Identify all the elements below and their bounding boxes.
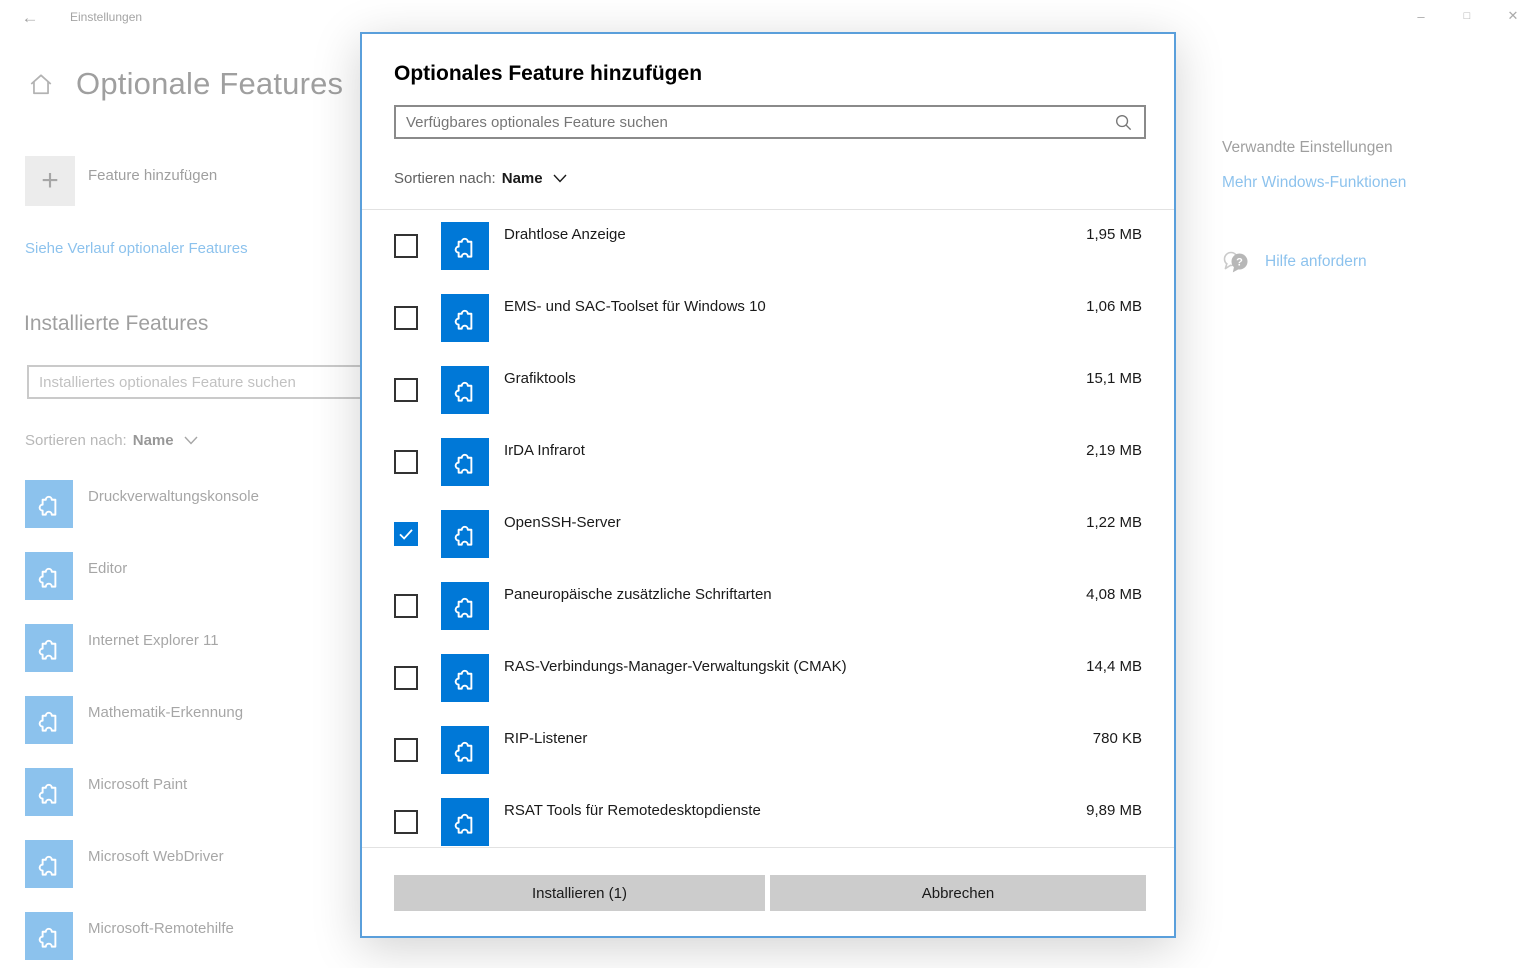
feature-name: RIP-Listener	[504, 730, 587, 747]
feature-row: Drahtlose Anzeige 1,95 MB	[362, 210, 1174, 282]
install-button[interactable]: Installieren (1)	[394, 875, 765, 911]
dialog-title: Optionales Feature hinzufügen	[394, 62, 702, 86]
feature-name: IrDA Infrarot	[504, 442, 585, 459]
sort-label: Sortieren nach:	[394, 170, 496, 187]
feature-name: OpenSSH-Server	[504, 514, 621, 531]
sort-value: Name	[502, 170, 543, 187]
feature-name: EMS- und SAC-Toolset für Windows 10	[504, 298, 766, 315]
search-icon[interactable]	[1114, 113, 1132, 131]
feature-row: RAS-Verbindungs-Manager-Verwaltungskit (…	[362, 642, 1174, 714]
feature-size: 1,06 MB	[1086, 298, 1142, 315]
feature-row: RIP-Listener 780 KB	[362, 714, 1174, 786]
feature-row: RSAT Tools für Remotedesktopdienste 9,89…	[362, 786, 1174, 847]
puzzle-piece-icon	[441, 438, 489, 486]
puzzle-piece-icon	[441, 294, 489, 342]
feature-size: 1,22 MB	[1086, 514, 1142, 531]
feature-checkbox[interactable]	[394, 522, 418, 546]
available-features-list: Drahtlose Anzeige 1,95 MB EMS- und SAC-T…	[362, 210, 1174, 847]
feature-name: Drahtlose Anzeige	[504, 226, 626, 243]
add-optional-feature-dialog: Optionales Feature hinzufügen Sortieren …	[360, 32, 1176, 938]
puzzle-piece-icon	[441, 726, 489, 774]
feature-row: Paneuropäische zusätzliche Schriftarten …	[362, 570, 1174, 642]
feature-row: OpenSSH-Server 1,22 MB	[362, 498, 1174, 570]
puzzle-piece-icon	[441, 798, 489, 846]
available-search-input[interactable]	[396, 107, 1114, 137]
available-search-box	[394, 105, 1146, 139]
puzzle-piece-icon	[441, 654, 489, 702]
feature-checkbox[interactable]	[394, 810, 418, 834]
puzzle-piece-icon	[441, 222, 489, 270]
puzzle-piece-icon	[441, 510, 489, 558]
feature-size: 9,89 MB	[1086, 802, 1142, 819]
feature-row: EMS- und SAC-Toolset für Windows 10 1,06…	[362, 282, 1174, 354]
feature-checkbox[interactable]	[394, 666, 418, 690]
feature-name: RSAT Tools für Remotedesktopdienste	[504, 802, 761, 819]
feature-checkbox[interactable]	[394, 594, 418, 618]
checkmark-icon	[397, 525, 415, 543]
feature-name: Grafiktools	[504, 370, 576, 387]
feature-checkbox[interactable]	[394, 306, 418, 330]
available-sort-dropdown[interactable]: Sortieren nach: Name	[394, 170, 567, 187]
feature-checkbox[interactable]	[394, 738, 418, 762]
feature-checkbox[interactable]	[394, 378, 418, 402]
cancel-button[interactable]: Abbrechen	[770, 875, 1146, 911]
puzzle-piece-icon	[441, 366, 489, 414]
feature-name: RAS-Verbindungs-Manager-Verwaltungskit (…	[504, 658, 847, 675]
feature-size: 14,4 MB	[1086, 658, 1142, 675]
feature-row: IrDA Infrarot 2,19 MB	[362, 426, 1174, 498]
feature-name: Paneuropäische zusätzliche Schriftarten	[504, 586, 772, 603]
feature-size: 4,08 MB	[1086, 586, 1142, 603]
puzzle-piece-icon	[441, 582, 489, 630]
chevron-down-icon	[553, 174, 567, 183]
feature-checkbox[interactable]	[394, 234, 418, 258]
feature-size: 780 KB	[1093, 730, 1142, 747]
divider	[362, 847, 1174, 848]
feature-row: Grafiktools 15,1 MB	[362, 354, 1174, 426]
feature-checkbox[interactable]	[394, 450, 418, 474]
settings-window: ← Einstellungen – □ ✕ Optionale Features…	[0, 0, 1536, 968]
feature-size: 15,1 MB	[1086, 370, 1142, 387]
feature-size: 2,19 MB	[1086, 442, 1142, 459]
feature-size: 1,95 MB	[1086, 226, 1142, 243]
